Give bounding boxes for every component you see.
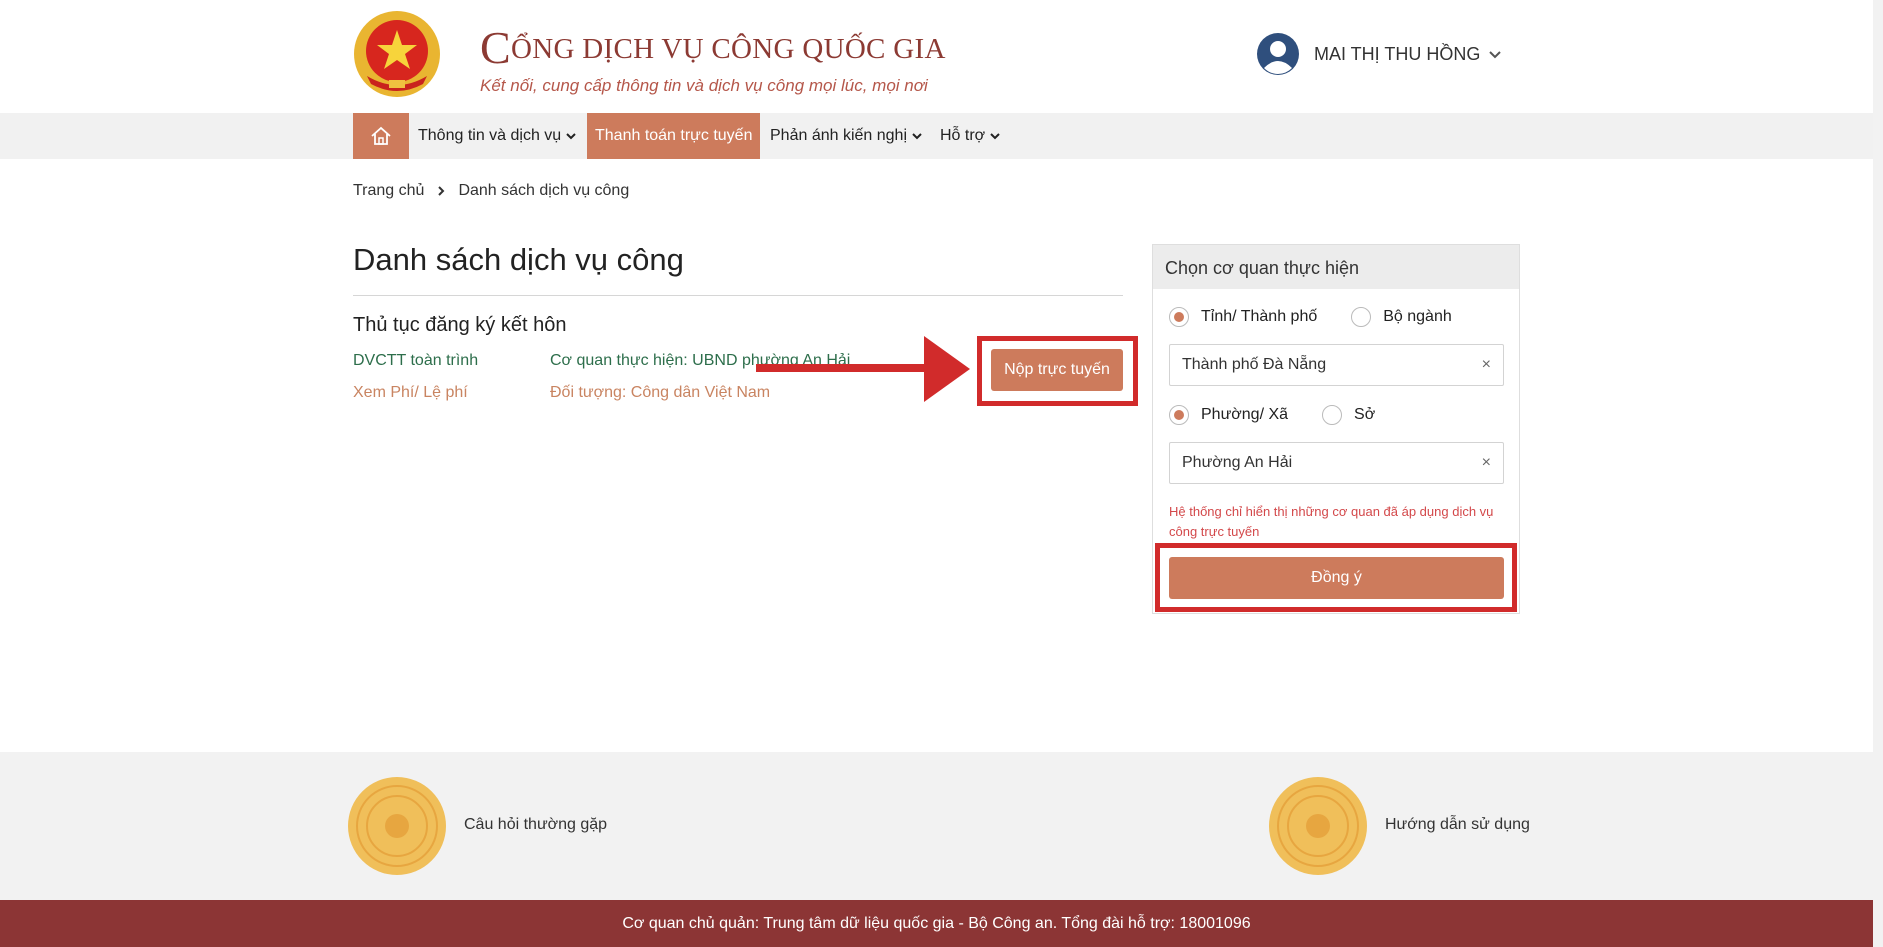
user-avatar-icon: [1257, 33, 1299, 75]
footer-bar: Cơ quan chủ quản: Trung tâm dữ liệu quốc…: [0, 900, 1873, 947]
nav-online-payment[interactable]: Thanh toán trực tuyến: [587, 113, 761, 159]
submit-online-button[interactable]: Nộp trực tuyến: [991, 349, 1123, 391]
medal-icon: [348, 777, 446, 875]
radio-ward[interactable]: [1169, 405, 1189, 425]
province-select-value: Thành phố Đà Nẵng: [1182, 356, 1327, 373]
fees-link[interactable]: Xem Phí/ Lệ phí: [353, 384, 468, 402]
main-nav: Thông tin và dịch vụ Thanh toán trực tuy…: [0, 113, 1873, 159]
title-initial: C: [480, 22, 511, 73]
chevron-down-icon: [1489, 51, 1502, 59]
sublevel-radio-group: Phường/ Xã Sở: [1169, 405, 1375, 425]
level-radio-group: Tỉnh/ Thành phố Bộ ngành: [1169, 307, 1452, 327]
highlight-box-agree: [1155, 543, 1517, 612]
chevron-right-icon: [438, 186, 445, 196]
radio-ministry-label[interactable]: Bộ ngành: [1383, 308, 1452, 326]
nav-label: Thông tin và dịch vụ: [418, 127, 562, 144]
divider: [353, 295, 1123, 296]
portal-tagline: Kết nối, cung cấp thông tin và dịch vụ c…: [480, 76, 928, 95]
clear-icon[interactable]: ×: [1482, 356, 1491, 374]
user-guide-link[interactable]: Hướng dẫn sử dụng: [1385, 816, 1530, 834]
notice-text: Hệ thống chỉ hiển thị những cơ quan đã á…: [1169, 504, 1494, 539]
nav-feedback[interactable]: Phản ánh kiến nghị: [770, 113, 923, 159]
breadcrumb-home[interactable]: Trang chủ: [353, 182, 424, 200]
ward-select[interactable]: Phường An Hải ×: [1169, 442, 1504, 484]
radio-department-label[interactable]: Sở: [1354, 406, 1375, 424]
ward-select-value: Phường An Hải: [1182, 454, 1293, 471]
chevron-down-icon: [990, 133, 1000, 140]
procedure-target: Đối tượng: Công dân Việt Nam: [550, 384, 771, 401]
red-arrow-icon: [756, 336, 970, 402]
province-select[interactable]: Thành phố Đà Nẵng ×: [1169, 344, 1504, 386]
radio-province-label[interactable]: Tỉnh/ Thành phố: [1201, 308, 1317, 326]
clear-icon[interactable]: ×: [1482, 454, 1491, 472]
breadcrumb-current: Danh sách dịch vụ công: [458, 182, 630, 199]
nav-label: Thanh toán trực tuyến: [595, 127, 753, 144]
chevron-down-icon: [912, 133, 922, 140]
nav-label: Phản ánh kiến nghị: [770, 127, 907, 144]
home-icon: [371, 126, 391, 145]
medal-icon: [1269, 777, 1367, 875]
panel-title: Chọn cơ quan thực hiện: [1153, 245, 1519, 289]
portal-title[interactable]: CỔNG DỊCH VỤ CÔNG QUỐC GIA: [480, 16, 946, 73]
procedure-level: DVCTT toàn trình: [353, 352, 479, 369]
site-header: CỔNG DỊCH VỤ CÔNG QUỐC GIA Kết nối, cung…: [0, 0, 1873, 113]
national-emblem-icon[interactable]: [353, 10, 441, 98]
nav-support[interactable]: Hỗ trợ: [940, 113, 1001, 159]
chevron-down-icon: [566, 133, 576, 140]
user-menu[interactable]: MAI THỊ THU HỒNG: [1256, 32, 1502, 76]
page: CỔNG DỊCH VỤ CÔNG QUỐC GIA Kết nối, cung…: [0, 0, 1883, 947]
footer-links: Câu hỏi thường gặp Hướng dẫn sử dụng: [0, 752, 1873, 900]
procedure-title[interactable]: Thủ tục đăng ký kết hôn: [353, 314, 566, 337]
radio-department[interactable]: [1322, 405, 1343, 425]
footer-text: Cơ quan chủ quản: Trung tâm dữ liệu quốc…: [622, 914, 1251, 932]
breadcrumb: Trang chủ Danh sách dịch vụ công: [353, 182, 629, 200]
radio-province[interactable]: [1169, 307, 1189, 327]
page-title: Danh sách dịch vụ công: [353, 242, 684, 277]
nav-label: Hỗ trợ: [940, 127, 986, 144]
nav-home[interactable]: [353, 113, 409, 159]
radio-ward-label[interactable]: Phường/ Xã: [1201, 406, 1288, 424]
radio-ministry[interactable]: [1351, 307, 1372, 327]
user-name: MAI THỊ THU HỒNG: [1314, 43, 1481, 64]
nav-info-services[interactable]: Thông tin và dịch vụ: [418, 113, 577, 159]
title-rest: ỔNG DỊCH VỤ CÔNG QUỐC GIA: [510, 33, 946, 65]
scrollbar-track[interactable]: [1873, 0, 1883, 947]
faq-link[interactable]: Câu hỏi thường gặp: [464, 816, 607, 834]
